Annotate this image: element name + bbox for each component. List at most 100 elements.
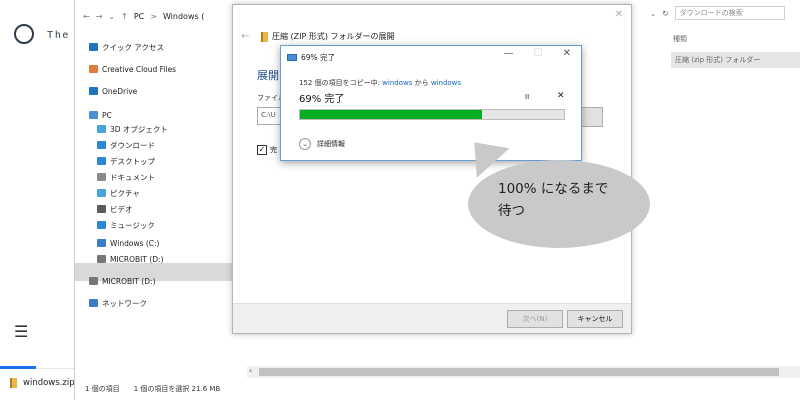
pause-button[interactable]: II: [525, 93, 529, 101]
copy-items-prefix: 152 個の項目をコピー中:: [299, 79, 383, 87]
download-item[interactable]: windows.zip: [10, 378, 75, 388]
nav-item[interactable]: OneDrive: [89, 84, 137, 98]
nav-item[interactable]: MICROBIT (D:): [97, 252, 164, 266]
nav-item[interactable]: Windows (C:): [97, 236, 159, 250]
file-row-type[interactable]: 圧縮 (zip 形式) フォルダー: [671, 52, 800, 68]
status-bar: 1 個の項目 1 個の項目を選択 21.6 MB: [85, 384, 220, 394]
nav-item[interactable]: PC: [89, 108, 112, 122]
scrollbar-thumb[interactable]: [259, 368, 779, 376]
minimize-icon[interactable]: —: [504, 48, 514, 59]
checkbox-checked-icon[interactable]: ✓: [257, 145, 267, 155]
nav-item[interactable]: ピクチャ: [97, 186, 140, 200]
hamburger-icon[interactable]: ☰: [14, 322, 28, 341]
chevron-down-icon[interactable]: ⌄: [299, 138, 311, 150]
music-icon: [97, 221, 106, 229]
nav-item[interactable]: クイック アクセス: [89, 40, 164, 54]
callout-line-1: 100% になるまで: [498, 181, 609, 197]
cloud-icon: [89, 87, 98, 95]
progress-bar: [299, 109, 565, 120]
copy-middle-text: から: [412, 79, 431, 87]
desktop-icon: [97, 157, 106, 165]
nav-item-label: MICROBIT (D:): [102, 276, 156, 286]
nav-item[interactable]: ビデオ: [97, 202, 133, 216]
copy-progress-dialog: 69% 完了 — ☐ ✕ 152 個の項目をコピー中: windows から w…: [280, 45, 582, 161]
nav-item-label: ドキュメント: [110, 172, 155, 182]
nav-item-label: PC: [102, 110, 112, 120]
nav-item-label: クイック アクセス: [102, 42, 165, 52]
copy-icon: [287, 54, 297, 61]
close-icon[interactable]: ✕: [563, 48, 571, 59]
nav-item[interactable]: ドキュメント: [97, 170, 155, 184]
copy-destination-link[interactable]: windows: [431, 79, 461, 87]
folder-icon: [89, 65, 98, 73]
background-webpage: The ☰: [0, 0, 74, 400]
more-details-label[interactable]: 詳細情報: [317, 139, 345, 149]
network-icon: [89, 299, 98, 307]
column-header-type[interactable]: 種類: [673, 34, 687, 44]
breadcrumb-root[interactable]: PC: [134, 12, 144, 21]
close-icon[interactable]: ✕: [615, 9, 623, 20]
refresh-icon[interactable]: ↻: [662, 9, 668, 18]
nav-item[interactable]: 3D オブジェクト: [97, 122, 168, 136]
usb-drive-icon: [89, 277, 98, 285]
horizontal-scrollbar[interactable]: ‹: [247, 366, 800, 378]
callout-line-2: 待つ: [498, 203, 525, 219]
usb-drive-icon: [97, 255, 106, 263]
maximize-icon: ☐: [533, 48, 543, 59]
extract-heading: 展開: [257, 69, 279, 82]
star-icon: [89, 43, 98, 51]
copy-source-link[interactable]: windows: [382, 79, 412, 87]
back-arrow-icon[interactable]: ←: [83, 12, 90, 21]
back-arrow-icon[interactable]: ←: [241, 31, 249, 42]
computer-icon: [89, 111, 98, 119]
nav-item-label: ビデオ: [110, 204, 133, 214]
forward-arrow-icon[interactable]: →: [96, 12, 103, 21]
picture-icon: [97, 189, 106, 197]
nav-item[interactable]: ダウンロード: [97, 138, 155, 152]
nav-item-label: ダウンロード: [110, 140, 155, 150]
nav-item-label: OneDrive: [102, 86, 138, 96]
cancel-button[interactable]: キャンセル: [567, 310, 623, 328]
breadcrumb-current[interactable]: Windows (: [163, 12, 204, 21]
nav-item-label: 3D オブジェクト: [110, 124, 168, 134]
zip-file-icon: [10, 378, 17, 388]
nav-item-label: ミュージック: [110, 220, 155, 230]
extract-dialog-title: 圧縮 (ZIP 形式) フォルダーの展開: [261, 31, 395, 42]
more-details-toggle[interactable]: ⌄ 詳細情報: [299, 138, 345, 150]
progress-bar-fill: [300, 110, 483, 119]
nav-item-label: デスクトップ: [110, 156, 155, 166]
nav-item[interactable]: MICROBIT (D:): [89, 274, 156, 288]
status-item-count: 1 個の項目: [85, 385, 120, 393]
nav-item-label: ピクチャ: [110, 188, 140, 198]
download-filename: windows.zip: [23, 378, 75, 388]
nav-item[interactable]: ミュージック: [97, 218, 155, 232]
dialog-footer: 次へ(N) キャンセル: [233, 303, 631, 333]
document-icon: [97, 173, 106, 181]
download-progress-indicator: [0, 366, 36, 369]
search-input[interactable]: ダウンロードの検索: [674, 6, 785, 20]
nav-item-label: MICROBIT (D:): [110, 254, 164, 264]
progress-title-text: 69% 完了: [301, 53, 336, 62]
zip-folder-icon: [261, 31, 268, 42]
nav-item[interactable]: Creative Cloud Files: [89, 62, 176, 76]
stop-button[interactable]: ✕: [557, 91, 565, 101]
scroll-left-icon[interactable]: ‹: [249, 366, 252, 375]
recent-dropdown-icon[interactable]: ⌄: [108, 12, 115, 21]
cube-icon: [97, 125, 106, 133]
up-arrow-icon[interactable]: ↑: [121, 12, 128, 21]
status-selected: 1 個の項目を選択 21.6 MB: [133, 385, 221, 393]
progress-title: 69% 完了: [287, 52, 335, 63]
address-bar[interactable]: ← → ⌄ ↑ PC > Windows (: [75, 5, 235, 27]
show-files-checkbox[interactable]: ✓ 完: [257, 145, 277, 155]
nav-item-label: ネットワーク: [102, 298, 147, 308]
nav-item-label: Creative Cloud Files: [102, 64, 177, 74]
chevron-down-icon[interactable]: ⌄: [650, 9, 656, 18]
download-icon: [97, 141, 106, 149]
next-button[interactable]: 次へ(N): [507, 310, 563, 328]
drive-icon: [97, 239, 106, 247]
copy-items-text: 152 個の項目をコピー中: windows から windows: [299, 78, 461, 88]
percent-complete-text: 69% 完了: [299, 94, 345, 105]
breadcrumb-separator: >: [150, 11, 157, 21]
nav-item[interactable]: デスクトップ: [97, 154, 155, 168]
nav-item[interactable]: ネットワーク: [89, 296, 147, 310]
